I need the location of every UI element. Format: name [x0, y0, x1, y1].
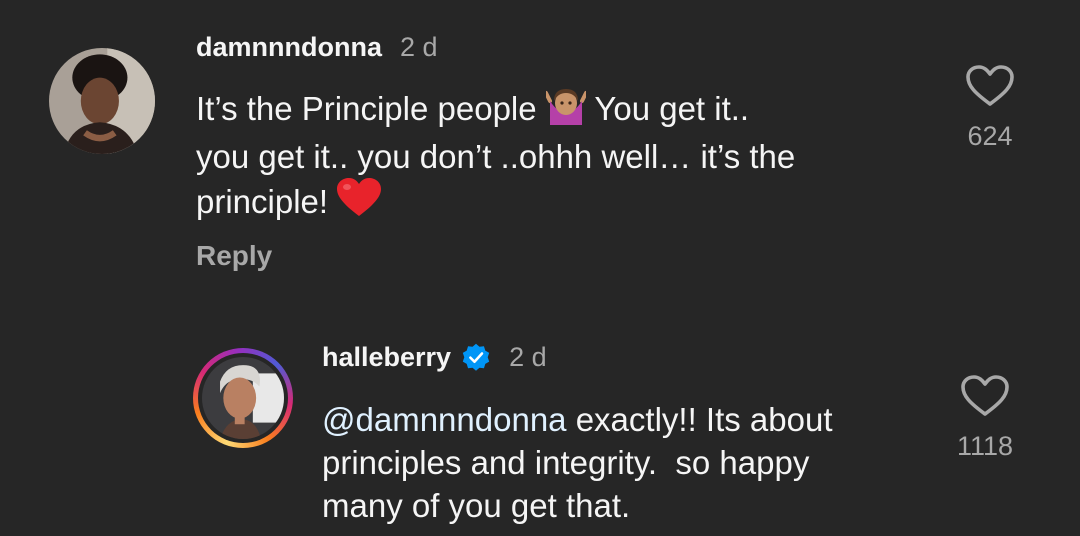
heart-outline-icon[interactable]: [960, 374, 1010, 418]
profile-photo-icon: [49, 48, 155, 154]
timestamp: 2 d: [399, 32, 438, 62]
comment-meta: damnnndonna 2 d: [196, 32, 438, 63]
like-count: 624: [967, 121, 1013, 151]
reply-button[interactable]: Reply: [196, 240, 272, 272]
comment-line-3: many of you get that.: [322, 487, 631, 524]
comment-text: It’s the Principle people You get it.. y…: [196, 87, 916, 228]
comment-line-1: @damnnndonna exactly!! Its about: [322, 401, 833, 438]
like-button[interactable]: 1118: [945, 374, 1025, 462]
username[interactable]: halleberry: [322, 342, 451, 373]
mention-link[interactable]: @damnnndonna: [322, 401, 567, 438]
like-count: 1118: [956, 431, 1014, 461]
timestamp: 2 d: [509, 342, 547, 372]
person-shrugging-emoji: [543, 87, 588, 135]
comment-damnnndonna: damnnndonna 2 d It’s the Principle peopl…: [0, 0, 1080, 300]
comment-meta: halleberry 2 d: [322, 342, 547, 373]
red-heart-emoji: [337, 178, 382, 228]
comment-line-2: principles and integrity. so happy: [322, 444, 810, 481]
comment-halleberry: halleberry 2 d @damnnndonna exactly!! It…: [0, 300, 1080, 536]
comment-line-3: principle!: [196, 178, 916, 228]
comment-line-1: It’s the Principle people You get it..: [196, 87, 916, 135]
avatar-story-ring[interactable]: [193, 348, 293, 448]
heart-outline-icon[interactable]: [965, 64, 1015, 108]
avatar[interactable]: [49, 48, 155, 154]
comment-text: @damnnndonna exactly!! Its about princip…: [322, 398, 942, 527]
verified-badge-icon: [462, 343, 490, 371]
username[interactable]: damnnndonna: [196, 32, 382, 63]
like-button[interactable]: 624: [950, 64, 1030, 152]
comment-line-2: you get it.. you don’t ..ohhh well… it’s…: [196, 138, 796, 175]
profile-photo-icon: [202, 357, 284, 439]
